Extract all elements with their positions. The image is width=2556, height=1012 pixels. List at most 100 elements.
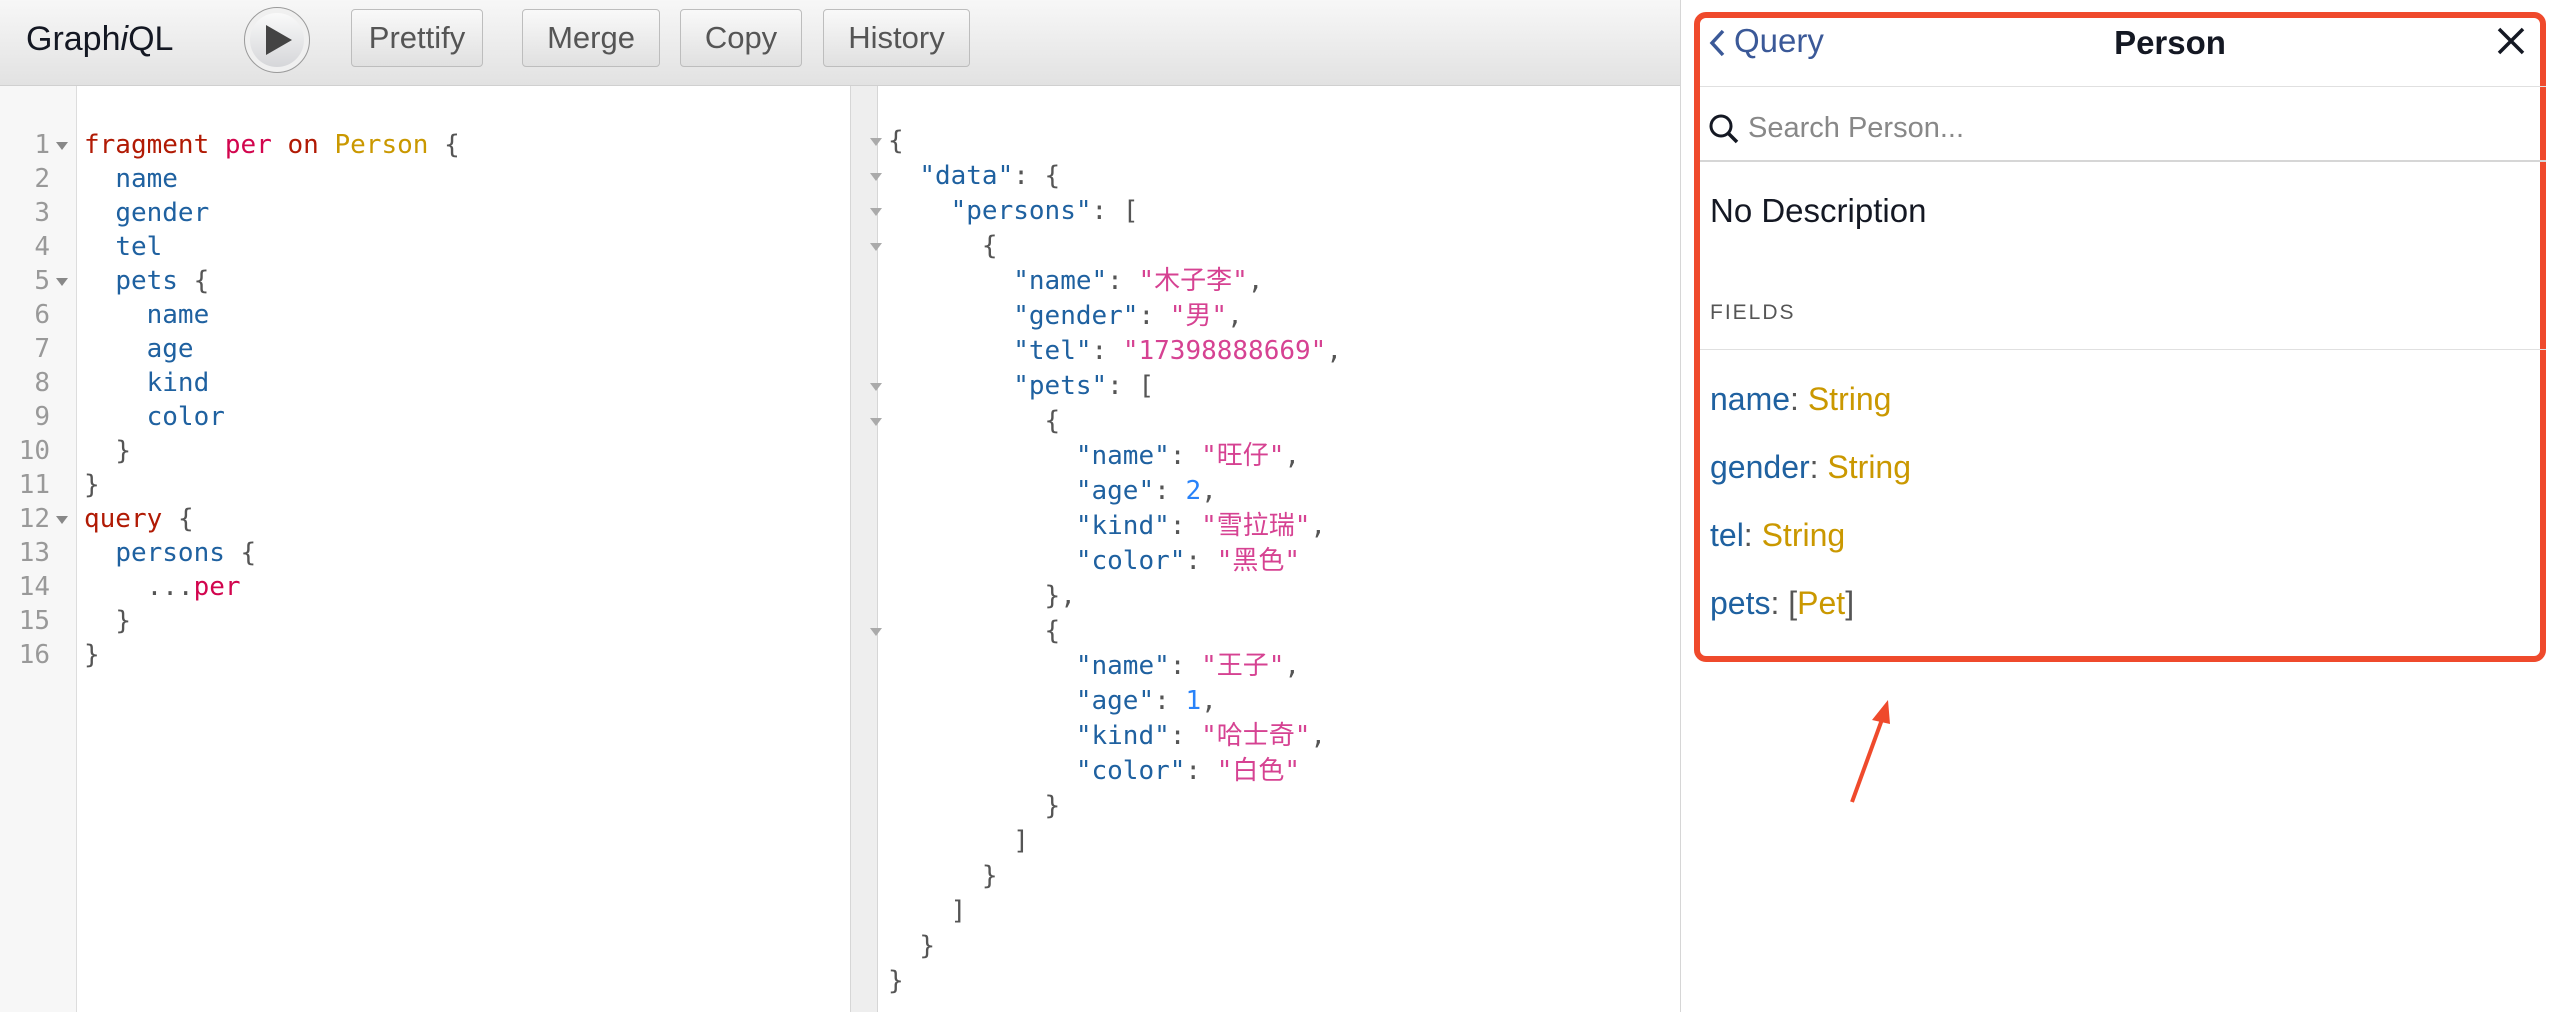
line-number: 4 xyxy=(34,232,50,262)
fold-arrow-icon[interactable] xyxy=(56,142,68,150)
line-number: 2 xyxy=(34,164,50,194)
execute-query-button[interactable] xyxy=(244,7,310,73)
line-number: 11 xyxy=(18,470,50,500)
prettify-button[interactable]: Prettify xyxy=(351,9,483,67)
line-number: 5 xyxy=(34,266,50,296)
fold-arrow-icon[interactable] xyxy=(870,243,882,251)
code-line: pets { xyxy=(115,266,210,296)
fold-arrow-icon[interactable] xyxy=(870,628,882,636)
result-line: "name": "旺仔", xyxy=(1075,441,1301,471)
result-line: { xyxy=(888,126,904,156)
line-number: 9 xyxy=(34,402,50,432)
result-line: { xyxy=(1044,406,1061,436)
fold-arrow-icon[interactable] xyxy=(56,516,68,524)
line-number: 10 xyxy=(18,436,50,466)
type-link[interactable]: String xyxy=(1762,517,1846,553)
result-line: "pets": [ xyxy=(1013,371,1155,401)
code-line: } xyxy=(84,470,100,500)
fold-arrow-icon[interactable] xyxy=(870,138,882,146)
result-viewer: { "data": { "persons": [ { "name": "木子李"… xyxy=(870,86,1680,1012)
result-line: } xyxy=(1044,791,1061,821)
search-icon xyxy=(1708,113,1740,150)
fields-section-title: FIELDS xyxy=(1710,301,1796,324)
code-line: } xyxy=(115,606,131,636)
result-line: }, xyxy=(1044,581,1076,611)
doc-search-input[interactable] xyxy=(1748,108,2528,148)
line-number: 3 xyxy=(34,198,50,228)
result-line: ] xyxy=(950,896,967,926)
type-link[interactable]: Pet xyxy=(1797,585,1845,621)
result-line: "name": "王子", xyxy=(1075,651,1301,681)
field-name[interactable]: name: String xyxy=(1710,381,1891,418)
result-line: "kind": "哈士奇", xyxy=(1075,721,1327,751)
type-link[interactable]: String xyxy=(1827,449,1911,485)
merge-button[interactable]: Merge xyxy=(522,9,660,67)
query-editor[interactable]: 1 2 3 4 5 6 7 8 9 10 11 12 13 14 15 16 f… xyxy=(0,86,850,1012)
result-line: } xyxy=(888,966,904,996)
copy-button[interactable]: Copy xyxy=(680,9,802,67)
line-number: 13 xyxy=(18,538,50,568)
arrow-annotation-icon xyxy=(1850,700,1890,803)
doc-title: Person xyxy=(2114,24,2226,61)
line-number: 12 xyxy=(18,504,50,534)
field-pets[interactable]: pets: [Pet] xyxy=(1710,585,1854,622)
result-line: "kind": "雪拉瑞", xyxy=(1075,511,1327,541)
type-description: No Description xyxy=(1710,192,1927,229)
result-line: "color": "白色" xyxy=(1075,756,1301,786)
chevron-left-icon xyxy=(1709,30,1725,57)
code-line: } xyxy=(115,436,131,466)
code-line: age xyxy=(146,334,194,364)
code-line: } xyxy=(84,640,100,670)
code-line: ...per xyxy=(146,572,241,602)
line-number: 15 xyxy=(18,606,50,636)
close-icon xyxy=(2497,27,2525,55)
line-number-gutter: 1 2 3 4 5 6 7 8 9 10 11 12 13 14 15 16 xyxy=(0,86,77,1012)
type-link[interactable]: String xyxy=(1808,381,1892,417)
divider xyxy=(1700,349,2546,350)
doc-back-button[interactable]: Query xyxy=(1708,22,1824,60)
result-line: "data": { xyxy=(919,161,1061,191)
code-line: color xyxy=(146,402,225,432)
history-button[interactable]: History xyxy=(823,9,970,67)
line-number: 1 xyxy=(34,130,50,160)
doc-back-label: Query xyxy=(1734,22,1824,59)
code-line: kind xyxy=(146,368,210,398)
result-line: "name": "木子李", xyxy=(1013,266,1264,296)
fold-arrow-icon[interactable] xyxy=(56,278,68,286)
line-number: 16 xyxy=(18,640,50,670)
result-line: "age": 1, xyxy=(1075,686,1217,716)
divider xyxy=(1700,160,2546,162)
play-icon xyxy=(266,25,292,55)
line-number: 8 xyxy=(34,368,50,398)
result-line: "color": "黑色" xyxy=(1075,546,1301,576)
result-line: "tel": "17398888669", xyxy=(1013,336,1342,366)
fold-arrow-icon[interactable] xyxy=(870,173,882,181)
result-line: "persons": [ xyxy=(950,196,1139,226)
code-line: name xyxy=(115,164,178,194)
field-gender[interactable]: gender: String xyxy=(1710,449,1911,486)
code-line: query { xyxy=(84,504,194,534)
result-line: "age": 2, xyxy=(1075,476,1217,506)
toolbar: GraphiQL Prettify Merge Copy History xyxy=(0,0,1680,86)
result-line: } xyxy=(919,931,935,961)
app-title: GraphiQL xyxy=(26,20,174,58)
code-line: persons { xyxy=(115,538,257,568)
code-line: tel xyxy=(115,232,163,262)
line-number: 14 xyxy=(18,572,50,602)
code-line: gender xyxy=(115,198,210,228)
fold-arrow-icon[interactable] xyxy=(870,208,882,216)
fold-arrow-icon[interactable] xyxy=(870,418,882,426)
result-line: { xyxy=(981,231,998,261)
result-line: } xyxy=(981,861,998,891)
line-number: 7 xyxy=(34,334,50,364)
field-tel[interactable]: tel: String xyxy=(1710,517,1845,554)
close-docs-button[interactable] xyxy=(2496,26,2526,61)
result-line: { xyxy=(1044,616,1061,646)
line-number: 6 xyxy=(34,300,50,330)
pane-resize-handle[interactable] xyxy=(850,86,878,1012)
code-line: fragment per on Person { xyxy=(84,130,460,160)
divider xyxy=(1700,86,2546,87)
code-line: name xyxy=(146,300,210,330)
result-line: ] xyxy=(1013,826,1029,856)
fold-arrow-icon[interactable] xyxy=(870,383,882,391)
